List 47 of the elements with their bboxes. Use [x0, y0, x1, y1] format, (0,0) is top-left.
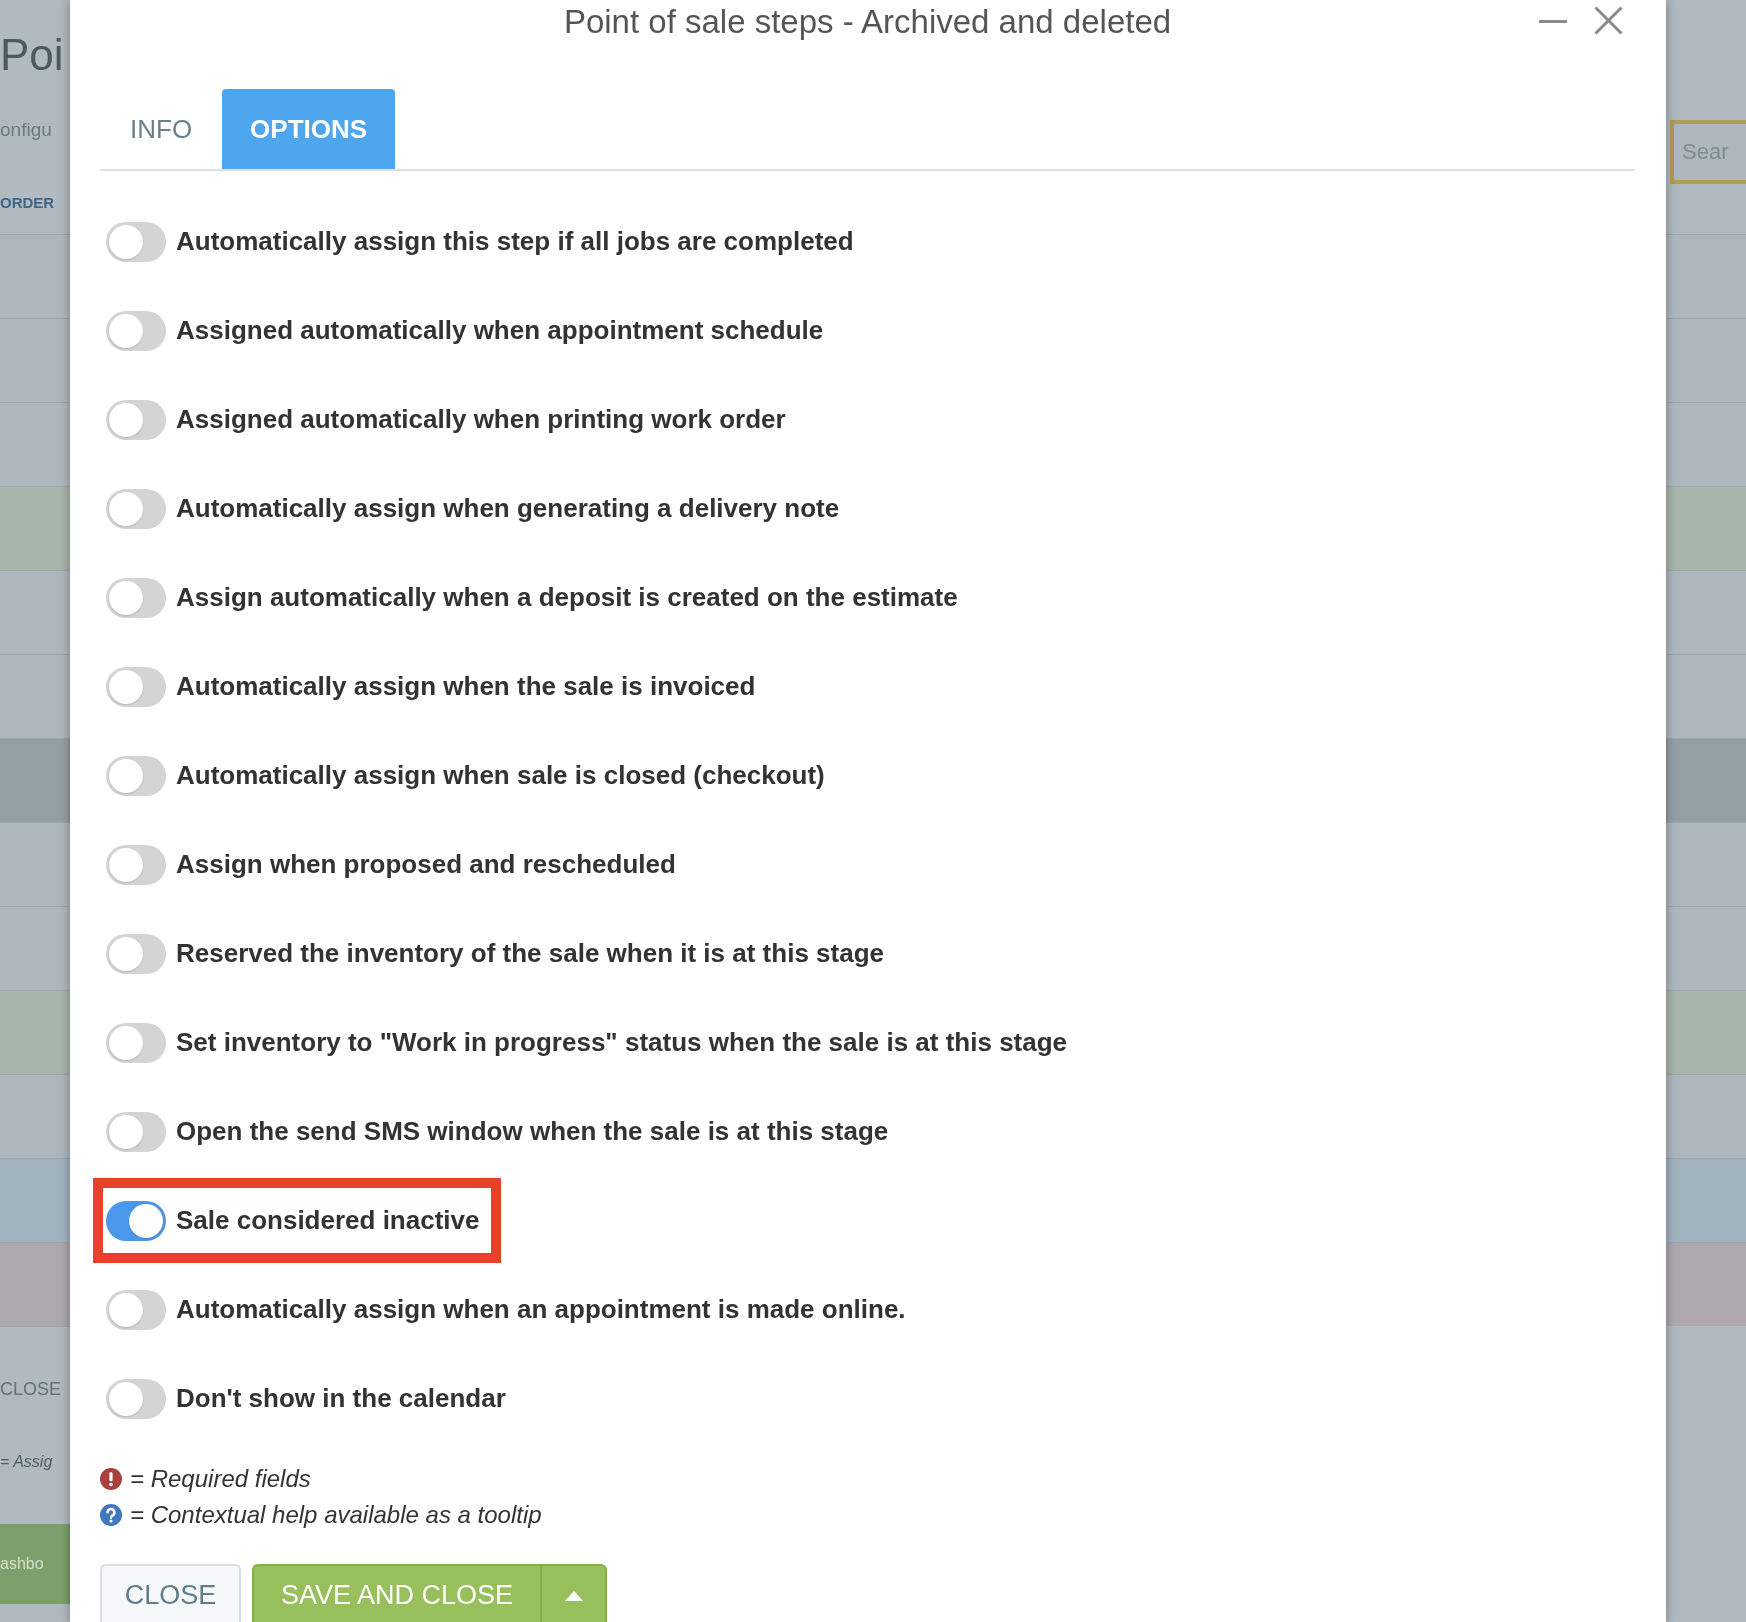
- legend-text: = Required fields: [130, 1465, 311, 1493]
- option-label: Sale considered inactive: [176, 1205, 480, 1236]
- toggle-switch[interactable]: [106, 399, 166, 440]
- option-label: Automatically assign when the sale is invoiced: [176, 671, 756, 702]
- toggle-switch[interactable]: [106, 310, 166, 351]
- legend-text: = Contextual help available as a tooltip: [130, 1501, 542, 1529]
- dropdown-button[interactable]: [540, 1564, 608, 1622]
- dialog-title: Point of sale steps - Archived and deleted: [563, 2, 1172, 42]
- option-label: Automatically assign this step if all jobs are completed: [176, 226, 854, 257]
- option-label: Automatically assign when sale is closed (checkout): [176, 760, 825, 791]
- toggle-switch[interactable]: [106, 933, 166, 974]
- toggle-switch[interactable]: [106, 755, 166, 796]
- option-label: Assigned automatically when appointment schedule: [176, 315, 824, 346]
- toggle-switch[interactable]: [106, 1022, 166, 1063]
- option-label: Automatically assign when an appointment is made online.: [176, 1294, 906, 1325]
- toggle-switch[interactable]: [106, 666, 166, 707]
- toggle-switch[interactable]: [106, 1111, 166, 1152]
- toggle-switch[interactable]: [106, 577, 166, 618]
- toggle-switch[interactable]: [106, 1200, 166, 1241]
- toggle-switch[interactable]: [106, 488, 166, 529]
- page-subtitle: onfigu: [0, 118, 52, 142]
- option-label: Automatically assign when generating a delivery note: [176, 493, 840, 524]
- help-icon: [100, 1504, 122, 1526]
- close-icon[interactable]: [1594, 6, 1623, 35]
- toggle-switch[interactable]: [106, 221, 166, 262]
- option-label: Assign when proposed and rescheduled: [176, 849, 676, 880]
- nav-button[interactable]: ashbo: [0, 1524, 70, 1604]
- option-label: Don't show in the calendar: [176, 1383, 506, 1414]
- option-label: Set inventory to "Work in progress" status when the sale is at this stage: [176, 1027, 1068, 1058]
- toggle-switch[interactable]: [106, 1289, 166, 1330]
- option-label: Reserved the inventory of the sale when it is at this stage: [176, 938, 884, 969]
- option-label: Open the send SMS window when the sale is at this stage: [176, 1116, 889, 1147]
- tab[interactable]: OPTIONS: [222, 89, 396, 169]
- toggle-switch[interactable]: [106, 844, 166, 885]
- close-label: CLOSE: [0, 1378, 62, 1401]
- minimize-icon[interactable]: [1539, 19, 1567, 23]
- option-label: Assign automatically when a deposit is created on the estimate: [176, 582, 958, 613]
- option-label: Assigned automatically when printing work order: [176, 404, 786, 435]
- tab[interactable]: INFO: [100, 89, 223, 169]
- save-and-close-button[interactable]: SAVE AND CLOSE: [252, 1564, 541, 1622]
- close-button[interactable]: CLOSE: [100, 1564, 241, 1622]
- page-title: Poi: [0, 30, 64, 80]
- column-header: ORDER: [0, 194, 55, 212]
- legend-text: = Assig: [0, 1452, 53, 1472]
- exclamation-icon: [100, 1468, 122, 1490]
- caret-icon: [564, 1590, 583, 1601]
- toggle-switch[interactable]: [106, 1378, 166, 1419]
